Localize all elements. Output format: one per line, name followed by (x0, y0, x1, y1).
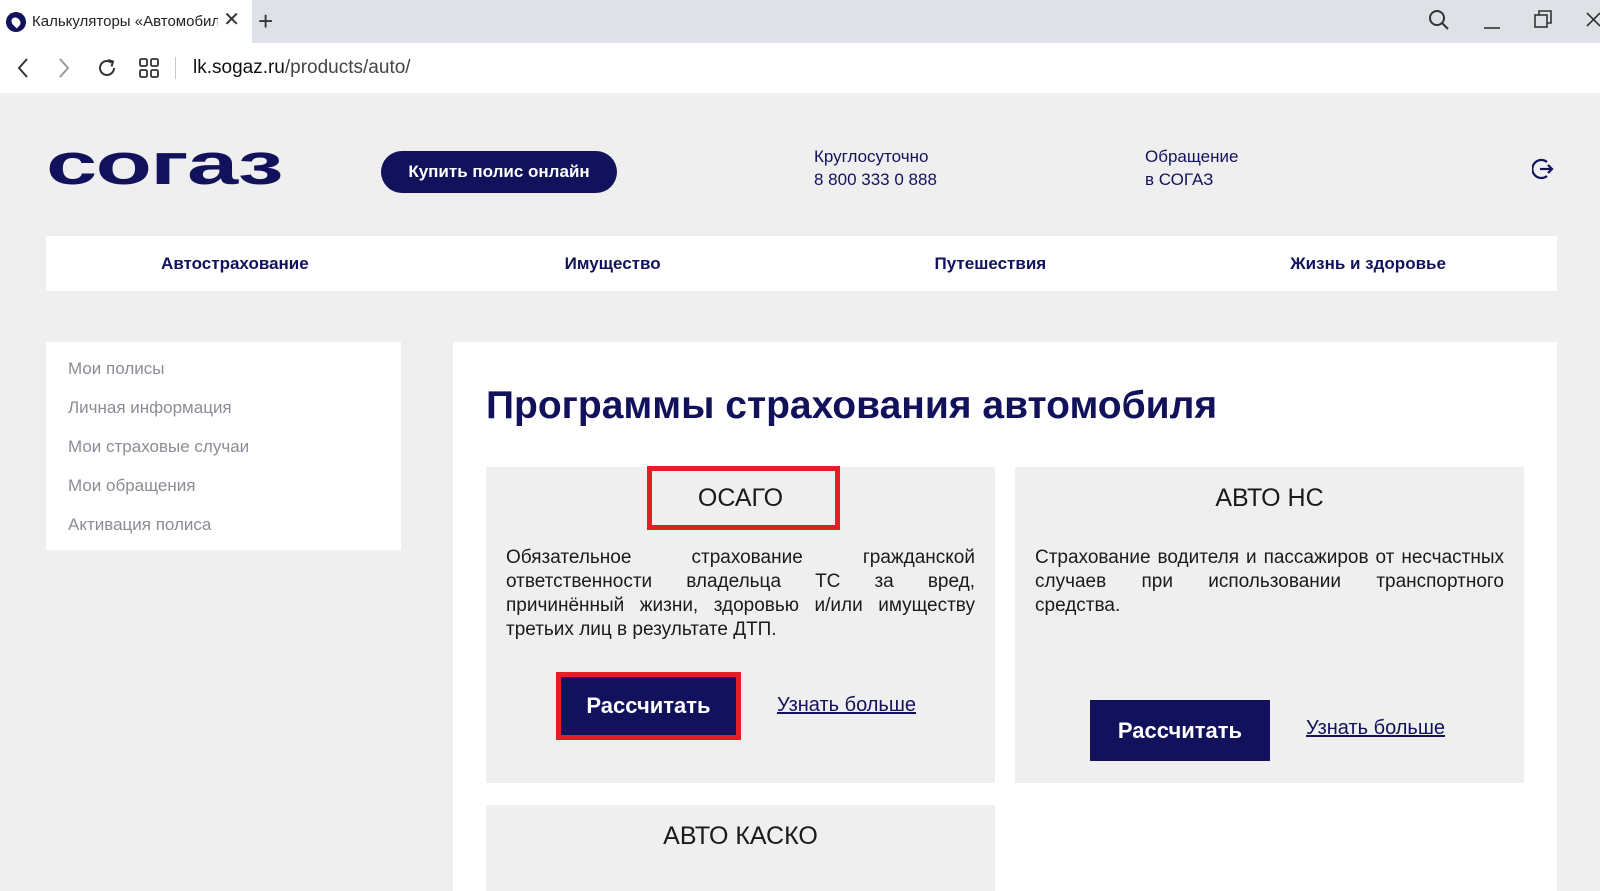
window-close-icon[interactable] (1586, 9, 1600, 36)
tab-close-icon[interactable]: ✕ (223, 10, 240, 30)
product-card-auto-kasko: АВТО КАСКО (486, 805, 995, 891)
tab-title: Калькуляторы «Автомобиль» (32, 13, 218, 30)
calculate-button[interactable]: Рассчитать (1090, 700, 1270, 761)
learn-more-link[interactable]: Узнать больше (777, 694, 916, 717)
forward-icon[interactable] (51, 55, 77, 81)
logout-icon[interactable] (1531, 157, 1554, 186)
card-title: АВТО НС (1215, 484, 1324, 512)
nav-item-life-health[interactable]: Жизнь и здоровье (1179, 236, 1557, 291)
calculate-button[interactable]: Рассчитать (561, 677, 736, 735)
phone-number[interactable]: 8 800 333 0 888 (814, 168, 937, 191)
url-path: /products/auto/ (284, 57, 411, 78)
appeal-link[interactable]: Обращение в СОГАЗ (1145, 145, 1238, 191)
apps-grid-icon[interactable] (136, 55, 162, 81)
sidebar-item-personal-info[interactable]: Личная информация (46, 396, 401, 435)
learn-more-link[interactable]: Узнать больше (1306, 717, 1445, 740)
card-description: Обязательное страхование гражданской отв… (506, 547, 975, 640)
buy-policy-button[interactable]: Купить полис онлайн (381, 151, 617, 193)
url-field[interactable]: lk.sogaz.ru/products/auto/ (193, 57, 411, 79)
sidebar-item-my-policies[interactable]: Мои полисы (46, 357, 401, 396)
browser-tabbar: Калькуляторы «Автомобиль» ✕ + (0, 0, 1600, 43)
appeal-line-1: Обращение (1145, 147, 1239, 166)
svg-text:согаз: согаз (46, 140, 282, 188)
address-separator (175, 57, 176, 79)
sidebar-item-policy-activation[interactable]: Активация полиса (46, 513, 401, 552)
product-card-osago: ОСАГО Обязательное страхование гражданск… (486, 466, 995, 783)
card-title: АВТО КАСКО (663, 822, 818, 850)
sidebar-item-insurance-cases[interactable]: Мои страховые случаи (46, 435, 401, 474)
sogaz-logo-mark: согаз (46, 132, 283, 197)
sogaz-logo[interactable]: согаз (46, 132, 286, 197)
page: согаз Купить полис онлайн Круглосуточно … (0, 93, 1600, 891)
product-card-auto-ns: АВТО НС Страхование водителя и пассажиро… (1015, 467, 1524, 783)
sogaz-favicon-icon (6, 11, 26, 32)
nav-item-auto[interactable]: Автострахование (46, 236, 424, 291)
restore-icon[interactable] (1534, 9, 1552, 36)
search-icon[interactable] (1428, 9, 1450, 36)
appeal-line-2: в СОГАЗ (1145, 170, 1214, 189)
url-host: lk.sogaz.ru (193, 57, 285, 78)
sidebar-item-my-appeals[interactable]: Мои обращения (46, 474, 401, 513)
page-title: Программы страхования автомобиля (486, 384, 1218, 427)
phone-label: Круглосуточно (814, 147, 929, 166)
new-tab-button[interactable]: + (258, 7, 273, 35)
main-navigation: Автострахование Имущество Путешествия Жи… (46, 236, 1557, 291)
browser-tab[interactable]: Калькуляторы «Автомобиль» ✕ (0, 0, 252, 43)
nav-item-travel[interactable]: Путешествия (802, 236, 1180, 291)
address-bar: lk.sogaz.ru/products/auto/ (0, 43, 1600, 93)
highlight-frame (647, 466, 840, 530)
phone-contact[interactable]: Круглосуточно 8 800 333 0 888 (814, 145, 937, 191)
minimize-icon[interactable] (1483, 10, 1501, 37)
nav-item-property[interactable]: Имущество (424, 236, 802, 291)
back-icon[interactable] (10, 55, 36, 81)
reload-icon[interactable] (94, 55, 120, 81)
products-panel: Программы страхования автомобиля ОСАГО О… (453, 342, 1557, 891)
card-description: Страхование водителя и пассажиров от нес… (1035, 547, 1504, 616)
account-sidebar: Мои полисы Личная информация Мои страхов… (46, 342, 401, 550)
